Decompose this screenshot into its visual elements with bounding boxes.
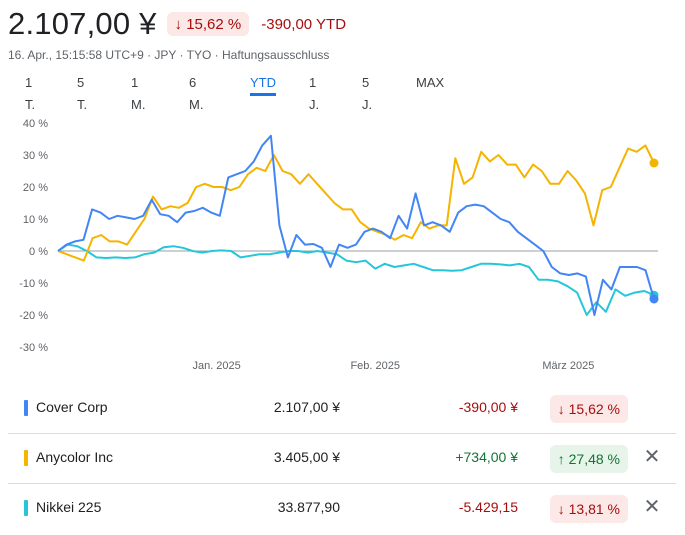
series-line-cover-corp bbox=[57, 134, 655, 316]
x-tick-label: März 2025 bbox=[542, 360, 594, 372]
x-tick-label: Feb. 2025 bbox=[350, 360, 400, 372]
y-tick-label: 0 % bbox=[29, 246, 48, 258]
security-change: -5.429,15 bbox=[458, 499, 518, 515]
series-swatch bbox=[24, 450, 28, 466]
tab-1m[interactable]: 1 M. bbox=[131, 72, 145, 112]
comparison-list: Cover Corp 2.107,00 ¥ -390,00 ¥ ↓ 15,62 … bbox=[8, 384, 676, 533]
change-percent: 15,62 % bbox=[186, 15, 242, 33]
security-change-percent-badge: ↓ 13,81 % bbox=[549, 495, 628, 523]
security-name: Nikkei 225 bbox=[36, 499, 102, 515]
x-tick-label: Jan. 2025 bbox=[192, 360, 240, 372]
arrow-down-icon: ↓ bbox=[174, 15, 183, 33]
security-name: Cover Corp bbox=[36, 399, 108, 415]
series-endpoint-cover-corp bbox=[649, 294, 659, 304]
series-swatch bbox=[24, 400, 28, 416]
y-tick-label: -30 % bbox=[19, 342, 48, 354]
security-change-percent: 27,48 % bbox=[568, 451, 620, 467]
close-icon[interactable]: ✕ bbox=[642, 447, 662, 467]
list-item-cover-corp[interactable]: Cover Corp 2.107,00 ¥ -390,00 ¥ ↓ 15,62 … bbox=[8, 384, 676, 434]
security-change-percent: 15,62 % bbox=[568, 401, 620, 417]
y-tick-label: 20 % bbox=[23, 182, 48, 194]
comparison-chart[interactable]: 40 % 30 % 20 % 10 % 0 % -10 % -20 % -30 % Jan. 2… bbox=[0, 110, 685, 375]
security-change: -390,00 ¥ bbox=[458, 399, 518, 415]
tab-ytd[interactable]: YTD bbox=[250, 72, 276, 96]
tab-5d[interactable]: 5 T. bbox=[77, 72, 87, 112]
change-absolute-ytd: -390,00 YTD bbox=[261, 15, 347, 33]
arrow-down-icon: ↓ bbox=[557, 501, 565, 517]
security-change-percent: 13,81 % bbox=[568, 501, 620, 517]
y-tick-label: 30 % bbox=[23, 150, 48, 162]
close-icon[interactable]: ✕ bbox=[642, 497, 662, 517]
list-item-anycolor[interactable]: Anycolor Inc 3.405,00 ¥ +734,00 ¥ ↑ 27,4… bbox=[8, 434, 676, 484]
tab-max[interactable]: MAX bbox=[416, 72, 444, 96]
change-percent-badge: ↓ 15,62 % bbox=[166, 12, 250, 36]
current-price: 2.107,00 ¥ bbox=[8, 6, 157, 41]
list-item-nikkei[interactable]: Nikkei 225 33.877,90 -5.429,15 ↓ 13,81 %… bbox=[8, 484, 676, 533]
tab-1y[interactable]: 1 J. bbox=[309, 72, 319, 112]
y-tick-label: -10 % bbox=[19, 278, 48, 290]
security-price: 33.877,90 bbox=[277, 499, 340, 515]
security-change-percent-badge: ↑ 27,48 % bbox=[549, 445, 628, 473]
arrow-down-icon: ↓ bbox=[557, 401, 565, 417]
series-line-nikkei-225 bbox=[57, 243, 655, 316]
security-change-percent-badge: ↓ 15,62 % bbox=[549, 395, 628, 423]
arrow-up-icon: ↑ bbox=[557, 451, 565, 467]
security-change: +734,00 ¥ bbox=[455, 449, 518, 465]
y-tick-label: 40 % bbox=[23, 118, 48, 130]
security-price: 2.107,00 ¥ bbox=[273, 399, 340, 415]
security-name: Anycolor Inc bbox=[36, 449, 114, 465]
series-endpoint-anycolor-inc bbox=[649, 158, 659, 168]
series-swatch bbox=[24, 500, 28, 516]
tab-5y[interactable]: 5 J. bbox=[362, 72, 372, 112]
y-tick-label: -20 % bbox=[19, 310, 48, 322]
security-price: 3.405,00 ¥ bbox=[273, 449, 340, 465]
tab-1d[interactable]: 1 T. bbox=[25, 72, 35, 112]
quote-header: 2.107,00 ¥ ↓ 15,62 % -390,00 YTD bbox=[8, 6, 346, 42]
quote-meta: 16. Apr., 15:15:58 UTC+9 · JPY · TYO · H… bbox=[8, 48, 330, 62]
y-tick-label: 10 % bbox=[23, 214, 48, 226]
tab-6m[interactable]: 6 M. bbox=[189, 72, 203, 112]
